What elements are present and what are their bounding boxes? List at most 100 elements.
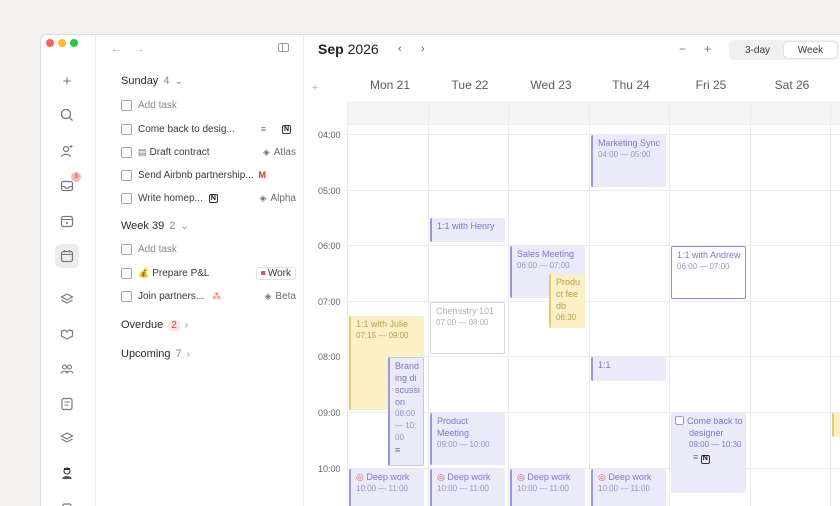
inbox-icon <box>60 180 74 192</box>
event-saturday-partial[interactable] <box>832 413 840 437</box>
tag-dot <box>260 271 265 275</box>
section-sunday[interactable]: Sunday 4 ⌄ <box>121 75 183 87</box>
event-deep-work-wed[interactable]: ◎ Deep work 10:00 — 11:00 <box>510 469 585 506</box>
day-header-tue: Tue 22 <box>451 78 489 92</box>
event-title: Sales Meeting <box>517 249 575 259</box>
profile-button[interactable] <box>55 461 79 485</box>
grid-line <box>347 301 840 302</box>
event-title: 1:1 with Andrew <box>677 250 741 260</box>
section-overdue[interactable]: Overdue 2 › <box>121 319 188 331</box>
layers-icon: ◈ <box>262 146 270 157</box>
partnership-button[interactable] <box>55 322 79 346</box>
checkbox[interactable] <box>121 146 132 158</box>
event-title: 1:1 <box>598 360 611 370</box>
event-one-on-one[interactable]: 1:1 <box>591 357 666 381</box>
event-time: 06:00 — 07:00 <box>677 262 730 271</box>
forward-arrow-icon[interactable]: → <box>134 43 145 55</box>
event-chemistry[interactable]: Chemistry 101 07:00 — 08:00 <box>430 302 505 354</box>
hour-label: 05:00 <box>318 186 341 196</box>
task-draft-contract[interactable]: ▤ Draft contract ◈ Atlas <box>121 145 296 159</box>
checkbox[interactable] <box>121 123 132 135</box>
checkbox[interactable] <box>675 416 684 425</box>
event-title: Branding discussion <box>395 361 421 407</box>
grid-line <box>347 102 348 506</box>
event-deep-work-mon[interactable]: ◎ Deep work 10:00 — 11:00 <box>349 469 424 506</box>
calendar-button[interactable] <box>55 244 79 268</box>
notes-lines-icon: ≡ <box>693 452 699 462</box>
checkbox[interactable] <box>121 192 132 204</box>
section-sunday-label: Sunday <box>121 75 159 87</box>
event-time: 08:00 — 10:00 <box>395 409 417 442</box>
zoom-out-icon[interactable]: − <box>679 42 686 56</box>
task-send-airbnb[interactable]: Send Airbnb partnership... M <box>121 168 296 182</box>
add-allday-icon[interactable]: + <box>312 83 318 94</box>
back-arrow-icon[interactable]: ← <box>111 43 122 55</box>
event-henry[interactable]: 1:1 with Henry <box>430 218 505 242</box>
task-title: Join partners... <box>138 290 205 302</box>
next-week-icon[interactable]: › <box>421 43 425 55</box>
zoom-in-icon[interactable]: + <box>704 42 711 56</box>
checkbox[interactable] <box>121 99 132 111</box>
all-day-row[interactable] <box>347 102 840 125</box>
section-week-39[interactable]: Week 39 2 ⌄ <box>121 220 189 232</box>
sidebar-toggle-icon[interactable] <box>278 43 289 52</box>
event-product-meeting[interactable]: Product Meeting 09:00 — 10:00 <box>430 413 505 465</box>
month-name: Sep <box>318 41 344 57</box>
new-item-button[interactable]: + <box>55 69 79 93</box>
workspace-stack-button[interactable] <box>55 287 79 311</box>
chevron-right-icon: › <box>184 319 189 331</box>
projects-button[interactable] <box>55 426 79 450</box>
event-deep-work-thu[interactable]: ◎ Deep work 10:00 — 11:00 <box>591 469 666 506</box>
notion-icon: N <box>208 193 218 203</box>
event-time: 10:00 — 11:00 <box>356 484 408 493</box>
checkbox[interactable] <box>121 169 132 181</box>
view-week[interactable]: Week <box>784 42 837 58</box>
task-project: Atlas <box>273 146 296 158</box>
task-come-back-to-designer[interactable]: Come back to desig... ≡ N <box>121 122 296 136</box>
task-prepare-pl[interactable]: 💰 Prepare P&L ≡ Work <box>121 266 296 280</box>
hour-label: 04:00 <box>318 130 341 140</box>
checkbox[interactable] <box>121 267 132 279</box>
grid-line <box>830 102 831 506</box>
today-button[interactable] <box>55 209 79 233</box>
event-time: 07:00 — 08:00 <box>436 318 489 327</box>
event-title: Deep work <box>447 472 491 482</box>
event-title: Marketing Sync <box>598 138 661 148</box>
inbox-badge: 3 <box>71 172 81 182</box>
add-task-week[interactable]: Add task <box>121 242 296 256</box>
event-come-back-to-designer[interactable]: Come back to designer 09:00 — 10:30 ≡ N <box>671 413 746 493</box>
task-join-partners[interactable]: Join partners... ⁂ ◈ Beta <box>121 289 296 303</box>
notes-lines-icon: ≡ <box>260 124 266 134</box>
prev-week-icon[interactable]: ‹ <box>398 43 402 55</box>
task-project: Beta <box>275 290 296 302</box>
section-upcoming[interactable]: Upcoming 7 › <box>121 348 190 360</box>
notes-button[interactable] <box>55 392 79 416</box>
event-branding[interactable]: Branding discussion 08:00 — 10:00 ≡ <box>388 357 424 466</box>
checkbox[interactable] <box>121 290 132 302</box>
event-title: Product feedb <box>556 277 581 311</box>
tag-label: Work <box>267 267 291 279</box>
event-title-line: Come back to designer <box>675 415 743 439</box>
task-sidebar: ← → Sunday 4 ⌄ Add task Come back to des… <box>96 35 304 506</box>
team-icon <box>60 364 74 374</box>
notion-icon: N <box>700 454 710 464</box>
event-product-feedback[interactable]: Product feedb 06:30 <box>549 274 585 328</box>
team-button[interactable] <box>55 357 79 381</box>
event-andrew[interactable]: 1:1 with Andrew 06:00 — 07:00 <box>671 246 746 299</box>
chevron-down-icon: ⌄ <box>180 220 189 232</box>
task-title: Prepare P&L <box>152 267 210 279</box>
tag-chip[interactable]: Work <box>255 266 296 280</box>
more-button[interactable] <box>55 497 79 506</box>
search-button[interactable] <box>55 103 79 127</box>
grid-line <box>347 190 840 191</box>
task-write-homepage[interactable]: Write homep... N ◈ Alpha <box>121 191 296 205</box>
section-overdue-count: 2 <box>168 319 180 331</box>
view-three-day[interactable]: 3-day <box>731 42 784 58</box>
event-deep-work-tue[interactable]: ◎ Deep work 10:00 — 11:00 <box>430 469 505 506</box>
people-button[interactable] <box>55 139 79 163</box>
event-marketing-sync[interactable]: Marketing Sync 04:00 — 05:00 <box>591 135 666 187</box>
section-upcoming-label: Upcoming <box>121 348 171 360</box>
inbox-button[interactable]: 3 <box>55 172 81 198</box>
checkbox[interactable] <box>121 243 132 255</box>
add-task-sunday[interactable]: Add task <box>121 98 296 112</box>
